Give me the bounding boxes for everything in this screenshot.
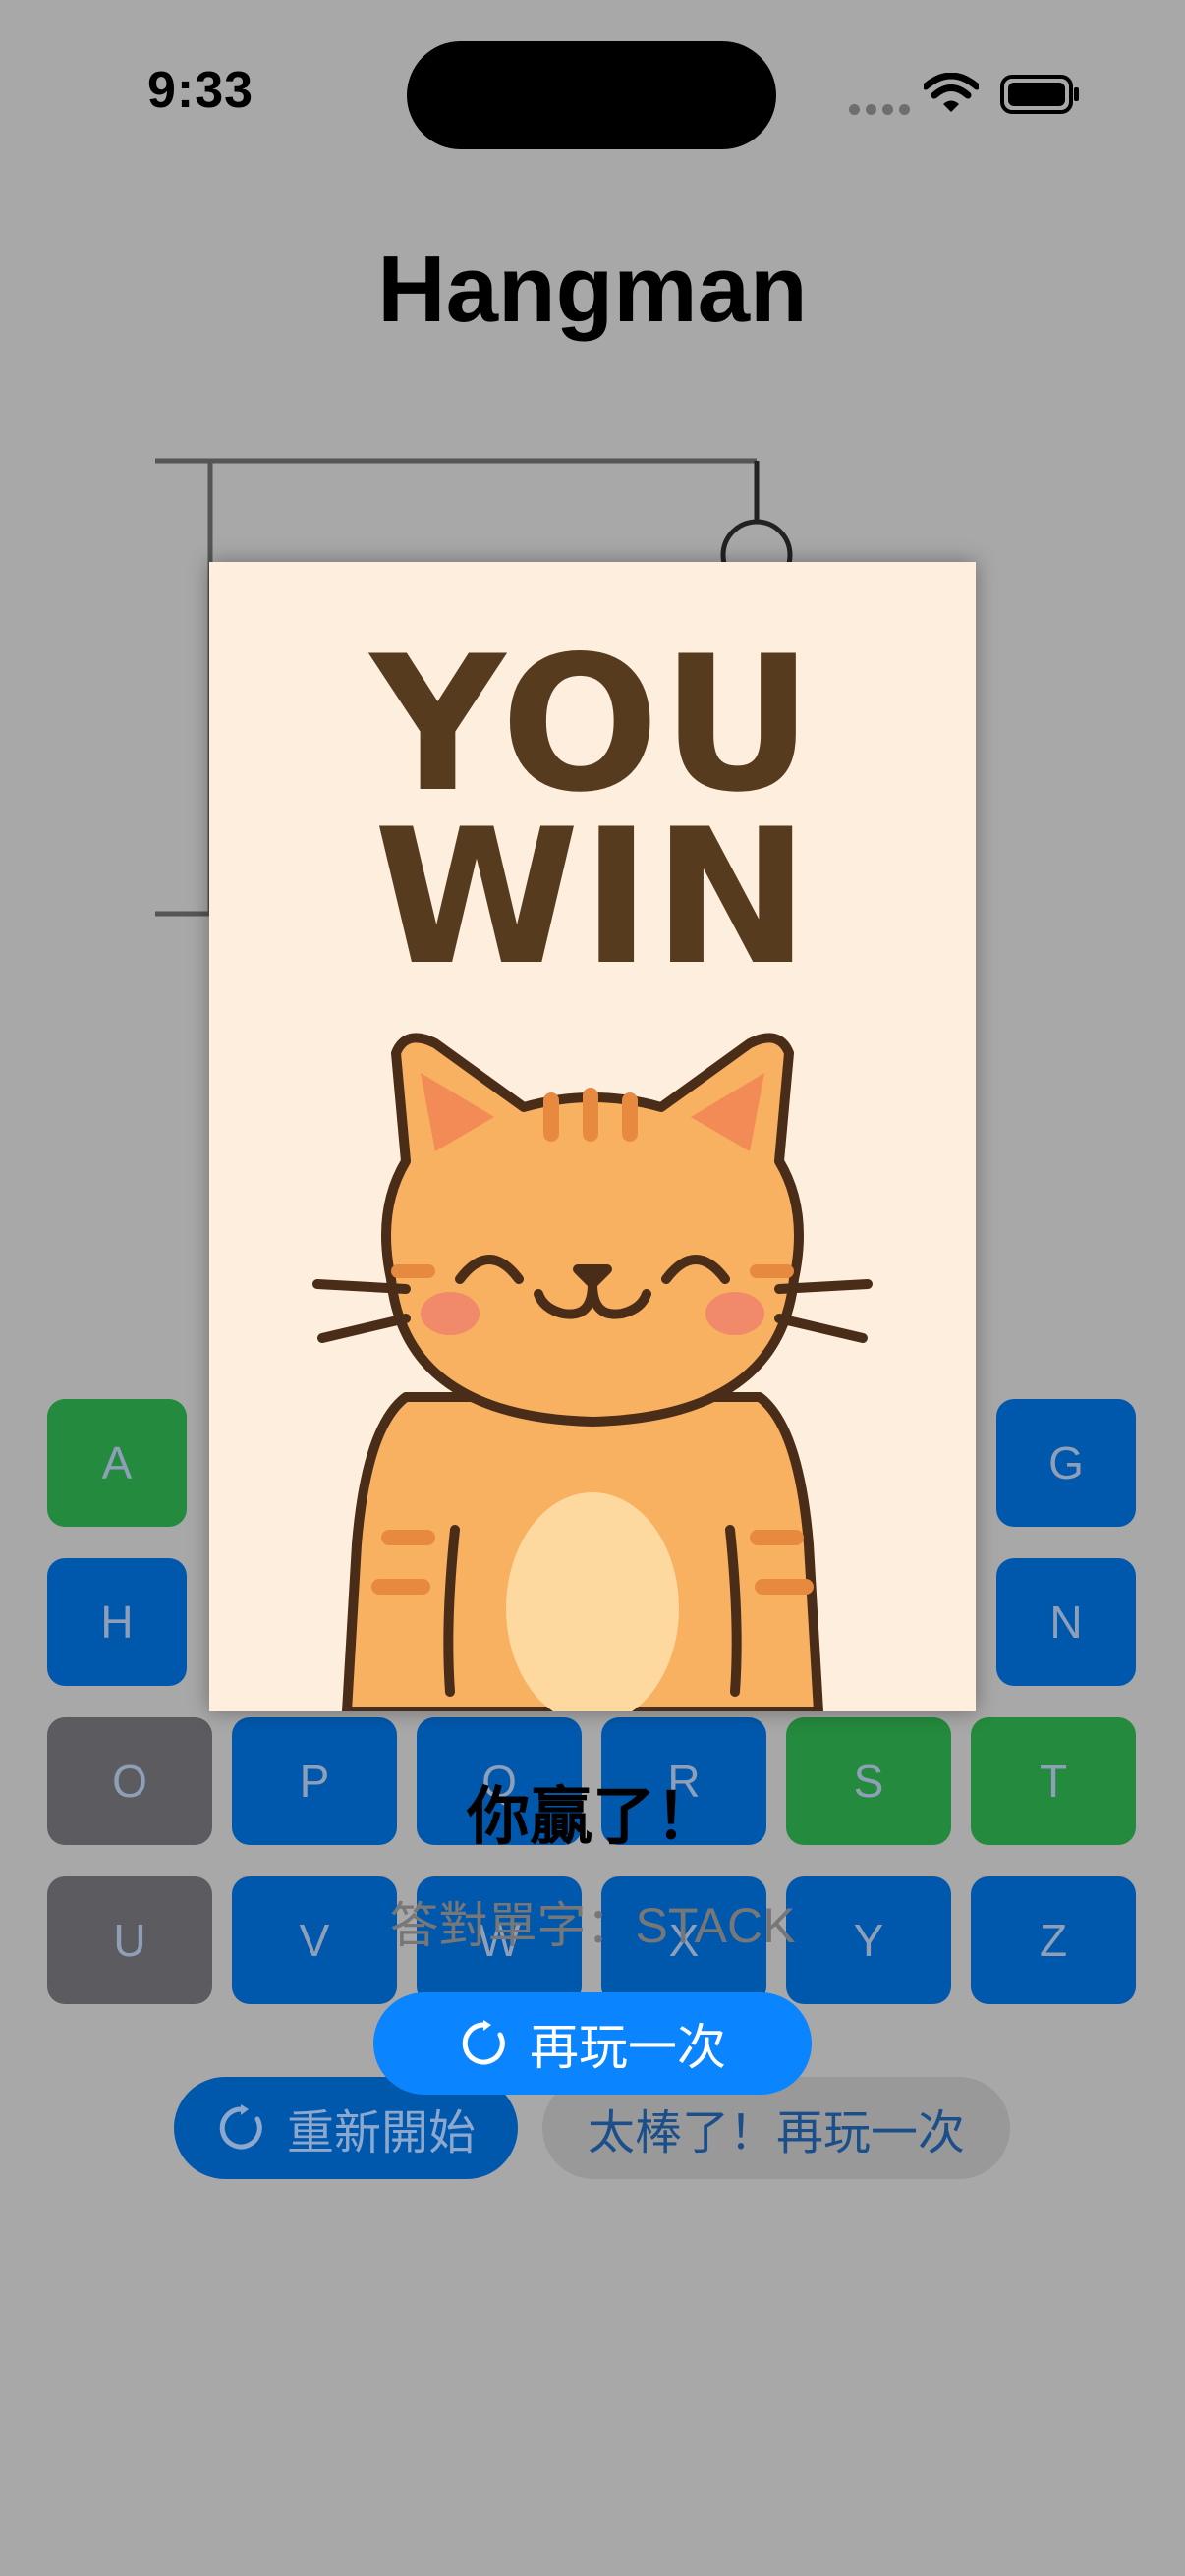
win-message: 你贏了！ <box>467 1781 718 1852</box>
you-text: YOU <box>369 616 816 833</box>
answer-text: 答對單字：STACK <box>389 1898 796 1953</box>
key-h[interactable]: H <box>47 1558 187 1686</box>
restart-label: 重新開始 <box>286 2107 476 2159</box>
refresh-icon <box>459 2019 508 2068</box>
key-g[interactable]: G <box>996 1399 1136 1527</box>
win-text: WIN <box>373 789 812 1006</box>
play-again-button[interactable]: 再玩一次 <box>373 1992 812 2095</box>
key-n[interactable]: N <box>996 1558 1136 1686</box>
battery-icon <box>1000 75 1079 114</box>
page-title: Hangman <box>377 237 808 342</box>
key-a[interactable]: A <box>47 1399 187 1527</box>
great-play-again-label: 太棒了！再玩一次 <box>587 2107 965 2159</box>
refresh-icon <box>216 2103 265 2153</box>
cellular-signal-icon <box>849 102 916 120</box>
you-win-heading: YOU WIN <box>209 616 976 1006</box>
wifi-icon <box>924 73 979 112</box>
dynamic-island <box>407 41 776 149</box>
status-time: 9:33 <box>147 62 254 119</box>
play-again-label: 再玩一次 <box>530 2020 726 2075</box>
